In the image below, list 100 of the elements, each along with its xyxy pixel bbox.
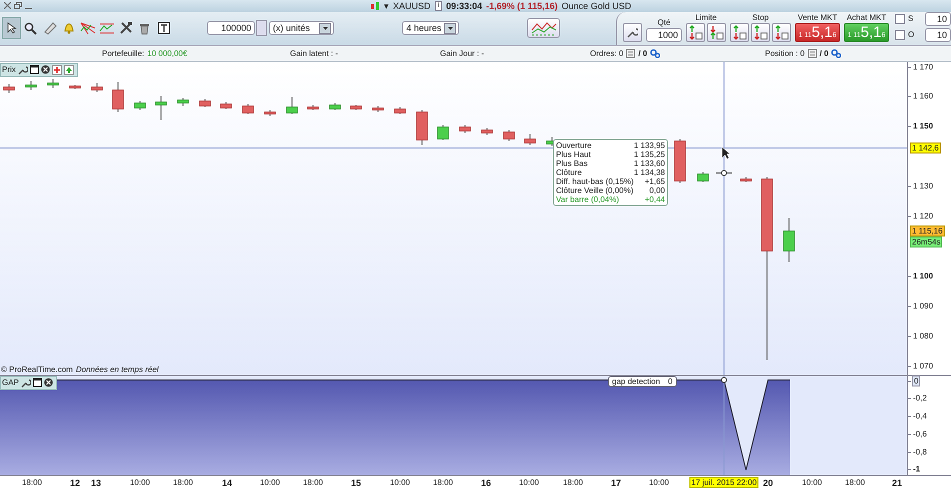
wrench-icon[interactable] xyxy=(18,64,28,75)
list-icon[interactable] xyxy=(808,48,817,58)
crosshair-price-tag: 1 142,6 xyxy=(910,142,941,154)
checkbox[interactable] xyxy=(895,30,905,40)
quote-time: 09:33:04 xyxy=(446,0,482,11)
text-tool-icon xyxy=(158,22,170,34)
window-icon[interactable] xyxy=(32,378,42,388)
copyright-text: © ProRealTime.com xyxy=(1,364,73,374)
option-label: S xyxy=(908,14,914,24)
gears-icon[interactable] xyxy=(650,48,660,58)
time-axis-label: 10:00 xyxy=(130,478,150,488)
list-icon[interactable] xyxy=(626,48,636,58)
time-axis-label: 18:00 xyxy=(22,478,42,488)
indicator-axis-label: 0 xyxy=(912,375,920,386)
order-ticket-icon xyxy=(753,24,768,40)
tooltip-label: Clôture Veille (0,00%) xyxy=(556,186,634,195)
time-axis-label: 20 xyxy=(763,478,773,488)
price-axis-label: 1 080 xyxy=(912,331,934,340)
price-axis-label: 1 100 xyxy=(912,271,934,280)
time-axis-label: 13 xyxy=(91,478,101,488)
search-icon xyxy=(24,22,37,35)
time-axis-label: 14 xyxy=(222,478,232,488)
time-axis-label: 18:00 xyxy=(302,478,324,488)
quantity-field[interactable]: 100000 xyxy=(206,21,256,36)
order-ticket-icon xyxy=(688,24,703,40)
time-axis-label: 18:00 xyxy=(844,478,866,488)
stop-order-button[interactable] xyxy=(772,22,791,42)
gears-icon[interactable] xyxy=(831,48,842,58)
candle xyxy=(350,104,362,110)
period-select[interactable]: 4 heures xyxy=(402,21,460,36)
close-icon[interactable] xyxy=(44,378,53,388)
price-axis-label: 1 070 xyxy=(912,361,934,370)
wrench-icon[interactable] xyxy=(20,378,31,388)
candle xyxy=(199,98,211,108)
option-label: O xyxy=(908,30,916,40)
add-icon[interactable] xyxy=(52,64,62,75)
indicator-axis-label: -0,8 xyxy=(912,447,928,456)
checkbox[interactable] xyxy=(895,14,905,24)
channel-lines-icon xyxy=(98,21,114,36)
close-icon[interactable] xyxy=(40,65,50,74)
ruler-icon xyxy=(42,21,56,36)
tooltip-value: +0,44 xyxy=(644,194,665,204)
orders-total: / 0 xyxy=(638,48,648,58)
stop-order-button[interactable] xyxy=(730,22,749,42)
quantity-field[interactable]: 1000 xyxy=(646,28,682,42)
time-axis-label: 10:00 xyxy=(390,478,410,488)
limit-order-button[interactable] xyxy=(707,22,726,42)
quantity-label: Qté xyxy=(658,18,670,27)
restore-icon[interactable] xyxy=(14,2,22,10)
candle xyxy=(697,171,709,182)
candlestick-icon xyxy=(370,0,380,11)
indicator-axis-label: -0,2 xyxy=(912,393,928,402)
up-arrow-icon[interactable] xyxy=(64,64,74,75)
buy-market-label: Achat MKT xyxy=(846,12,886,22)
window-icon[interactable] xyxy=(30,65,39,74)
tooltip-label: Plus Haut xyxy=(556,150,591,159)
price-axis-label: 1 170 xyxy=(912,62,934,72)
unit-select[interactable]: (x) unités xyxy=(268,21,334,36)
candle xyxy=(112,81,124,112)
candle xyxy=(155,95,167,120)
option-field[interactable]: 10 xyxy=(925,28,951,42)
crosshair-marker xyxy=(721,376,727,383)
price-axis-label: 1 150 xyxy=(912,121,934,130)
symbol-menu-caret[interactable]: ▾ xyxy=(384,0,389,11)
price-change: -1,69% (1 115,16) xyxy=(486,0,558,11)
candle xyxy=(220,101,232,110)
option-field[interactable]: 10 xyxy=(925,12,951,26)
caret-icon xyxy=(448,26,453,30)
settings-button[interactable] xyxy=(623,22,642,42)
price-axis-label: 1 120 xyxy=(912,211,934,220)
candle xyxy=(524,133,536,146)
tooltip-value: 1 133,95 xyxy=(634,140,665,150)
candle xyxy=(286,96,298,114)
candle xyxy=(242,103,254,114)
panel-title: GAP xyxy=(2,378,19,388)
cursor-icon xyxy=(722,146,730,160)
chart-type-icon xyxy=(530,20,558,36)
trash-icon xyxy=(139,22,150,35)
order-ticket-icon xyxy=(732,24,747,40)
stop-order-button[interactable] xyxy=(751,22,770,42)
candle xyxy=(437,124,449,140)
tool-button[interactable] xyxy=(2,17,21,40)
time-axis-label: 10:00 xyxy=(260,478,280,488)
candle xyxy=(25,80,37,90)
time-axis-label: 10:00 xyxy=(518,478,540,488)
tooltip-value: 0,00 xyxy=(649,186,665,195)
tooltip-value: 1 133,60 xyxy=(634,158,665,168)
price-axis-label: 1 160 xyxy=(912,91,934,100)
time-axis-label: 16 xyxy=(481,478,491,488)
candle xyxy=(783,217,795,262)
limit-order-button[interactable] xyxy=(686,22,705,42)
tooltip-label: Var barre (0,04%) xyxy=(556,194,619,204)
candle xyxy=(69,84,81,90)
caret-icon xyxy=(322,26,328,30)
indicator-axis-label: -1 xyxy=(912,464,922,474)
orders-count: Ordres: 0 xyxy=(590,48,624,58)
time-axis-label: 15 xyxy=(351,478,361,488)
chart-type-button[interactable] xyxy=(527,18,560,38)
data-source-note: Données en temps réel xyxy=(76,364,159,374)
indicator-value-tag: gap detection 0 xyxy=(608,376,676,387)
